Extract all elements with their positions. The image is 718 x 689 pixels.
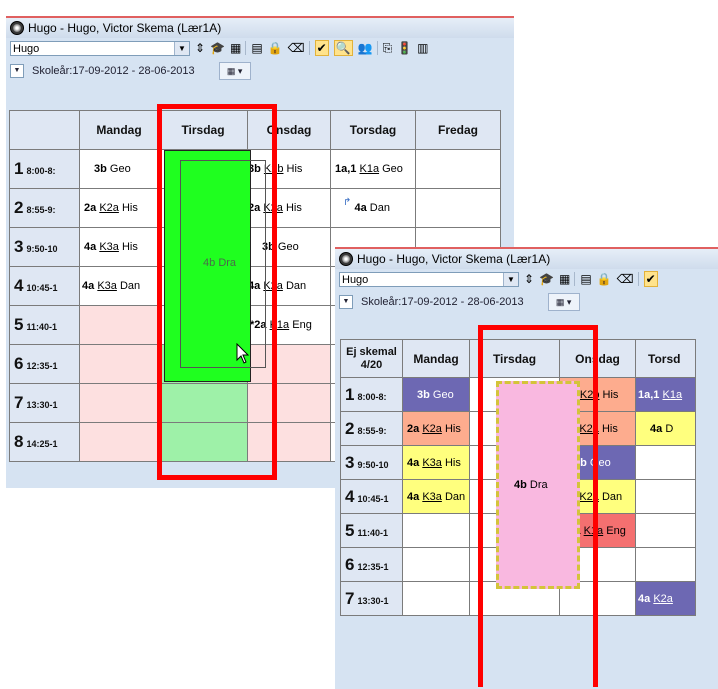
grid-icon[interactable]: ▤ <box>251 41 262 55</box>
period-header: 2 8:55-9: <box>9 188 80 228</box>
empty-cell[interactable] <box>402 547 470 582</box>
chevron-down-icon[interactable]: ▼ <box>503 272 518 286</box>
cap-icon[interactable]: 🎓 <box>539 272 554 286</box>
eraser-icon[interactable]: ⌫ <box>617 272 634 286</box>
period-header: 1 8:00-8: <box>340 377 403 412</box>
calc-icon[interactable]: ▦ <box>559 272 570 286</box>
app-icon <box>339 252 353 266</box>
day-header[interactable]: Torsd <box>635 339 696 378</box>
day-header[interactable]: Fredag <box>415 110 501 150</box>
corner-header <box>9 110 80 150</box>
toolbar-separator <box>308 41 310 55</box>
toolbar-separator <box>376 41 378 55</box>
lesson-cell[interactable]: 3b Geo <box>79 149 159 189</box>
highlight-box <box>157 104 277 480</box>
collapse-toggle[interactable]: ▼ <box>339 295 353 309</box>
period-header: 1 8:00-8: <box>9 149 80 189</box>
period-header: 7 13:30-1 <box>9 383 80 423</box>
cap-icon[interactable]: 🎓 <box>210 41 225 55</box>
lesson-cell[interactable]: 1a,1 K1a Geo <box>330 149 416 189</box>
traffic-light-icon[interactable]: 🚦 <box>397 41 412 55</box>
highlight-box <box>478 325 598 687</box>
lesson-cell[interactable]: 4a K3a His <box>79 227 159 267</box>
school-year-label: Skoleår:17-09-2012 - 28-06-2013 <box>32 65 195 77</box>
toolbar-separator <box>245 41 247 55</box>
empty-cell[interactable] <box>79 344 159 384</box>
period-header: 3 9:50-10 <box>340 445 403 480</box>
toolbar-separator <box>637 272 639 286</box>
title-bar: Hugo - Hugo, Victor Skema (Lær1A) <box>6 18 514 38</box>
lesson-cell[interactable]: 1a,1 K1a <box>635 377 696 412</box>
chevron-down-icon[interactable]: ▼ <box>174 41 189 55</box>
lesson-cell[interactable]: 4a K2a <box>635 581 696 616</box>
period-header: 6 12:35-1 <box>340 547 403 582</box>
calendar-dropdown-button[interactable]: ▦ ▾ <box>547 293 580 311</box>
grid-icon[interactable]: ▤ <box>580 272 591 286</box>
unscheduled-counter[interactable]: Ej skemal 4/20 <box>340 339 403 378</box>
app-icon <box>10 21 24 35</box>
teacher-select[interactable]: Hugo ▼ <box>339 271 519 287</box>
period-header: 2 8:55-9: <box>340 411 403 446</box>
lesson-cell[interactable]: 4a K3a His <box>402 445 470 480</box>
lesson-cell[interactable]: 2a K2a His <box>79 188 159 228</box>
title-bar: Hugo - Hugo, Victor Skema (Lær1A) <box>335 249 718 269</box>
empty-cell[interactable] <box>79 383 159 423</box>
period-header: 3 9:50-10 <box>9 227 80 267</box>
teacher-select-value: Hugo <box>13 42 40 55</box>
period-header: 6 12:35-1 <box>9 344 80 384</box>
calendar-icon[interactable]: ▥ <box>417 41 428 55</box>
empty-cell[interactable] <box>415 188 501 228</box>
school-year-bar: ▼ Skoleår:17-09-2012 - 28-06-2013 ▦ ▾ <box>335 289 718 315</box>
window-title: Hugo - Hugo, Victor Skema (Lær1A) <box>357 252 551 266</box>
empty-cell[interactable] <box>635 445 696 480</box>
lesson-cell[interactable]: 4a K3a Dan <box>402 479 470 514</box>
magnify-icon[interactable]: 🔍 <box>333 40 353 56</box>
lesson-cell[interactable]: 4a K3a Dan <box>79 266 159 306</box>
empty-cell[interactable] <box>635 547 696 582</box>
school-year-label: Skoleår:17-09-2012 - 28-06-2013 <box>361 296 524 308</box>
lock-icon[interactable]: 🔒 <box>597 272 612 286</box>
export-icon[interactable]: ⎘ <box>383 41 393 55</box>
check-icon[interactable]: ✔ <box>643 271 658 287</box>
lesson-cell[interactable]: ↱ 4a Dan <box>330 188 416 228</box>
empty-cell[interactable] <box>402 581 470 616</box>
lesson-cell[interactable]: 3b Geo <box>402 377 470 412</box>
toolbar: Hugo ▼ ⇕ 🎓 ▦ ▤ 🔒 ⌫ ✔ <box>335 269 718 289</box>
teacher-select-value: Hugo <box>342 273 369 286</box>
empty-cell[interactable] <box>635 479 696 514</box>
toolbar: Hugo ▼ ⇕ 🎓 ▦ ▤ 🔒 ⌫ ✔ 🔍 👥 ⎘ 🚦 ▥ <box>6 38 514 58</box>
empty-cell[interactable] <box>79 305 159 345</box>
period-header: 5 11:40-1 <box>340 513 403 548</box>
spinner-icon[interactable]: ⇕ <box>195 41 205 55</box>
empty-cell[interactable] <box>402 513 470 548</box>
school-year-bar: ▼ Skoleår:17-09-2012 - 28-06-2013 ▦ ▾ <box>6 58 514 84</box>
toolbar-separator <box>574 272 576 286</box>
period-header: 8 14:25-1 <box>9 422 80 462</box>
window-title: Hugo - Hugo, Victor Skema (Lær1A) <box>28 21 222 35</box>
lesson-cell[interactable]: 4a D <box>635 411 696 446</box>
calendar-dropdown-button[interactable]: ▦ ▾ <box>218 62 251 80</box>
period-header: 5 11:40-1 <box>9 305 80 345</box>
people-icon[interactable]: 👥 <box>358 41 373 55</box>
spinner-icon[interactable]: ⇕ <box>524 272 534 286</box>
period-header: 4 10:45-1 <box>9 266 80 306</box>
empty-cell[interactable] <box>635 513 696 548</box>
collapse-toggle[interactable]: ▼ <box>10 64 24 78</box>
empty-cell[interactable] <box>79 422 159 462</box>
empty-cell[interactable] <box>415 149 501 189</box>
day-header[interactable]: Mandag <box>79 110 159 150</box>
period-header: 4 10:45-1 <box>340 479 403 514</box>
lock-icon[interactable]: 🔒 <box>268 41 283 55</box>
day-header[interactable]: Mandag <box>402 339 470 378</box>
check-icon[interactable]: ✔ <box>314 40 329 56</box>
day-header[interactable]: Torsdag <box>330 110 416 150</box>
share-icon: ↱ <box>343 197 352 208</box>
lesson-cell[interactable]: 2a K2a His <box>402 411 470 446</box>
calc-icon[interactable]: ▦ <box>230 41 241 55</box>
period-header: 7 13:30-1 <box>340 581 403 616</box>
eraser-icon[interactable]: ⌫ <box>288 41 305 55</box>
teacher-select[interactable]: Hugo ▼ <box>10 40 190 56</box>
